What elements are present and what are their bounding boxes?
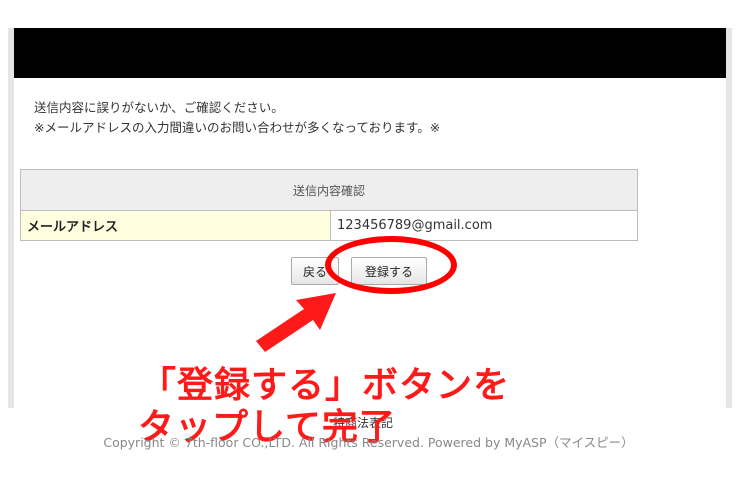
email-label: メールアドレス bbox=[20, 210, 331, 241]
table-header: 送信内容確認 bbox=[20, 169, 638, 211]
confirmation-notice: 送信内容に誤りがないか、ご確認ください。 ※メールアドレスの入力間違いのお問い合… bbox=[34, 98, 440, 138]
table-row: メールアドレス 123456789@gmail.com bbox=[20, 210, 638, 241]
notice-line-1: 送信内容に誤りがないか、ご確認ください。 bbox=[34, 100, 284, 115]
notice-line-2: ※メールアドレスの入力間違いのお問い合わせが多くなっております。※ bbox=[34, 120, 441, 135]
page-frame: 送信内容に誤りがないか、ご確認ください。 ※メールアドレスの入力間違いのお問い合… bbox=[8, 28, 732, 408]
header-bar bbox=[14, 28, 726, 78]
pointer-arrow-icon bbox=[256, 293, 336, 352]
copyright-text: Copyright © 7th-floor CO.,LTD. All Right… bbox=[103, 435, 634, 450]
highlight-circle bbox=[325, 236, 457, 294]
confirmation-table: 送信内容確認 メールアドレス 123456789@gmail.com bbox=[20, 169, 638, 241]
